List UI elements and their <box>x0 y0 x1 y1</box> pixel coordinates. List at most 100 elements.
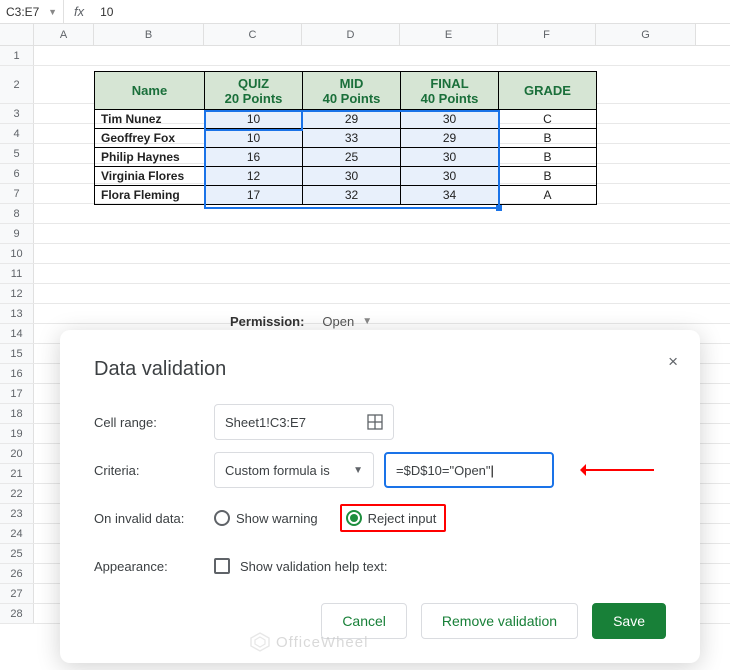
cell-name[interactable]: Tim Nunez <box>95 110 205 129</box>
cell-mid[interactable]: 30 <box>303 167 401 186</box>
cell[interactable] <box>596 264 696 283</box>
cell[interactable] <box>596 104 696 123</box>
row-header[interactable]: 17 <box>0 384 34 403</box>
row-header[interactable]: 13 <box>0 304 34 323</box>
cell[interactable] <box>204 284 302 303</box>
cell[interactable] <box>34 284 94 303</box>
select-all-corner[interactable] <box>0 24 34 45</box>
cell-name[interactable]: Philip Haynes <box>95 148 205 167</box>
cell[interactable] <box>34 124 94 143</box>
cell[interactable] <box>498 264 596 283</box>
cell-mid[interactable]: 33 <box>303 129 401 148</box>
cell[interactable] <box>596 284 696 303</box>
row-header[interactable]: 14 <box>0 324 34 343</box>
cell-mid[interactable]: 29 <box>303 110 401 129</box>
cell-quiz[interactable]: 16 <box>205 148 303 167</box>
row-header[interactable]: 22 <box>0 484 34 503</box>
cell[interactable] <box>94 204 204 223</box>
remove-validation-button[interactable]: Remove validation <box>421 603 578 639</box>
permission-dropdown[interactable]: Open ▼ <box>322 314 372 329</box>
col-header-C[interactable]: C <box>204 24 302 45</box>
cell[interactable] <box>302 224 400 243</box>
cell[interactable] <box>34 204 94 223</box>
col-header-D[interactable]: D <box>302 24 400 45</box>
cell[interactable] <box>204 264 302 283</box>
col-header-G[interactable]: G <box>596 24 696 45</box>
save-button[interactable]: Save <box>592 603 666 639</box>
grid-icon[interactable] <box>367 414 383 430</box>
row-header[interactable]: 12 <box>0 284 34 303</box>
row-header[interactable]: 2 <box>0 66 34 103</box>
cell[interactable] <box>34 244 94 263</box>
row-header[interactable]: 6 <box>0 164 34 183</box>
cell[interactable] <box>400 244 498 263</box>
cell[interactable] <box>596 204 696 223</box>
row-header[interactable]: 26 <box>0 564 34 583</box>
cell[interactable] <box>34 184 94 203</box>
row-header[interactable]: 19 <box>0 424 34 443</box>
cell[interactable] <box>596 144 696 163</box>
col-header-E[interactable]: E <box>400 24 498 45</box>
row-header[interactable]: 9 <box>0 224 34 243</box>
row-header[interactable]: 7 <box>0 184 34 203</box>
cell[interactable] <box>34 264 94 283</box>
cell[interactable] <box>34 46 94 65</box>
close-button[interactable]: × <box>668 352 678 372</box>
option-show-warning[interactable]: Show warning <box>214 510 318 526</box>
cell[interactable] <box>400 224 498 243</box>
cell-final[interactable]: 29 <box>401 129 499 148</box>
cell[interactable] <box>302 46 400 65</box>
row-header[interactable]: 23 <box>0 504 34 523</box>
col-header-B[interactable]: B <box>94 24 204 45</box>
row-header[interactable]: 3 <box>0 104 34 123</box>
cell[interactable] <box>94 46 204 65</box>
cell-range-input[interactable]: Sheet1!C3:E7 <box>214 404 394 440</box>
cell[interactable] <box>204 224 302 243</box>
row-header[interactable]: 8 <box>0 204 34 223</box>
row-header[interactable]: 27 <box>0 584 34 603</box>
option-reject-input[interactable]: Reject input <box>346 510 437 526</box>
row-header[interactable]: 24 <box>0 524 34 543</box>
row-header[interactable]: 25 <box>0 544 34 563</box>
cell[interactable] <box>596 184 696 203</box>
cell-quiz[interactable]: 10 <box>205 110 303 129</box>
cell[interactable] <box>498 244 596 263</box>
cell[interactable] <box>400 284 498 303</box>
cell-grade[interactable]: B <box>499 129 597 148</box>
cell-final[interactable]: 34 <box>401 186 499 205</box>
cell[interactable] <box>34 304 94 323</box>
cell[interactable] <box>498 284 596 303</box>
row-header[interactable]: 18 <box>0 404 34 423</box>
cell-mid[interactable]: 25 <box>303 148 401 167</box>
col-header-F[interactable]: F <box>498 24 596 45</box>
row-header[interactable]: 4 <box>0 124 34 143</box>
name-box[interactable]: C3:E7 ▼ <box>0 0 64 23</box>
cell-mid[interactable]: 32 <box>303 186 401 205</box>
row-header[interactable]: 15 <box>0 344 34 363</box>
row-header[interactable]: 11 <box>0 264 34 283</box>
cell-final[interactable]: 30 <box>401 148 499 167</box>
cell[interactable] <box>400 204 498 223</box>
row-header[interactable]: 10 <box>0 244 34 263</box>
cell[interactable] <box>94 284 204 303</box>
formula-input[interactable]: 10 <box>94 5 119 19</box>
cell[interactable] <box>204 204 302 223</box>
cell[interactable] <box>94 304 204 323</box>
cell[interactable] <box>596 304 696 323</box>
cell[interactable] <box>34 144 94 163</box>
cell[interactable] <box>34 224 94 243</box>
cell-quiz[interactable]: 12 <box>205 167 303 186</box>
cell[interactable] <box>498 304 596 323</box>
cell[interactable] <box>596 224 696 243</box>
cell[interactable] <box>34 164 94 183</box>
checkbox-unchecked-icon[interactable] <box>214 558 230 574</box>
cell-name[interactable]: Geoffrey Fox <box>95 129 205 148</box>
cell[interactable] <box>94 264 204 283</box>
cell-grade[interactable]: A <box>499 186 597 205</box>
cell-quiz[interactable]: 17 <box>205 186 303 205</box>
row-header[interactable]: 5 <box>0 144 34 163</box>
row-header[interactable]: 20 <box>0 444 34 463</box>
row-header[interactable]: 28 <box>0 604 34 623</box>
cell-name[interactable]: Flora Fleming <box>95 186 205 205</box>
cell[interactable] <box>596 66 696 103</box>
